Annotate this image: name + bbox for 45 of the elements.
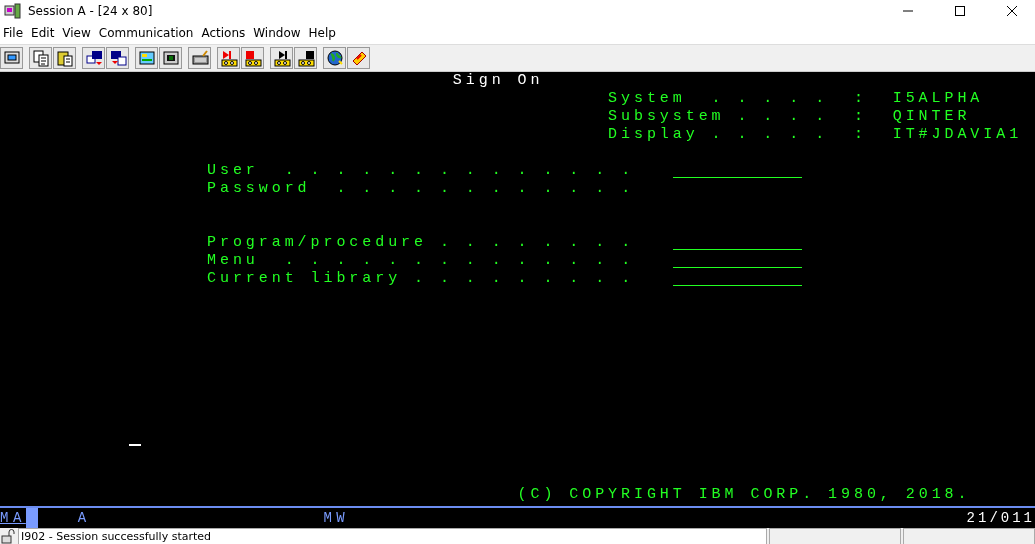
send-icon[interactable] bbox=[82, 47, 105, 69]
app-icon bbox=[4, 3, 22, 19]
receive-icon[interactable] bbox=[106, 47, 129, 69]
status-message: I902 - Session successfully started bbox=[18, 528, 767, 544]
text-cursor bbox=[129, 444, 142, 446]
cursor-position: 21/011 bbox=[966, 509, 1035, 528]
status-block bbox=[25, 508, 38, 528]
paste-icon[interactable] bbox=[53, 47, 76, 69]
globe-icon[interactable] bbox=[323, 47, 346, 69]
field-label: Menu . . . . . . . . . . . . . . bbox=[207, 252, 636, 270]
maximize-icon[interactable] bbox=[955, 6, 965, 16]
field-label: Current library . . . . . . . . . bbox=[207, 270, 636, 288]
record-icon[interactable] bbox=[217, 47, 240, 69]
field-label: Password . . . . . . . . . . . . bbox=[207, 180, 636, 198]
field-label: Program/procedure . . . . . . . . bbox=[207, 234, 636, 252]
screen-color-icon[interactable] bbox=[135, 47, 158, 69]
menu-item[interactable]: Help bbox=[305, 26, 341, 40]
close-icon[interactable] bbox=[1007, 6, 1017, 16]
menu-item[interactable]: Edit bbox=[28, 26, 60, 40]
menu-item[interactable]: View bbox=[59, 26, 96, 40]
message-waiting-indicator: MW bbox=[323, 509, 351, 528]
info-label: System . . . . . : bbox=[608, 90, 867, 108]
keyboard-icon[interactable] bbox=[188, 47, 211, 69]
stop-icon[interactable] bbox=[241, 47, 264, 69]
menu-item[interactable]: Window bbox=[250, 26, 306, 40]
mode-indicator: MA bbox=[0, 509, 26, 528]
play-icon[interactable] bbox=[270, 47, 293, 69]
monitor-icon[interactable] bbox=[0, 47, 23, 69]
info-label: Display . . . . . : bbox=[608, 126, 867, 144]
input-indicator: A bbox=[77, 509, 92, 528]
screen-title: Sign On bbox=[452, 72, 545, 90]
copyright-text: (C) COPYRIGHT IBM CORP. 1980, 2018. bbox=[517, 486, 972, 504]
lock-icon bbox=[0, 528, 16, 544]
menu-item[interactable]: Actions bbox=[198, 26, 251, 40]
info-value: I5ALPHA bbox=[892, 90, 985, 108]
pause-icon[interactable] bbox=[294, 47, 317, 69]
menu-item[interactable]: File bbox=[0, 26, 29, 40]
field-label: User . . . . . . . . . . . . . . bbox=[207, 162, 636, 180]
screen-dark-icon[interactable] bbox=[159, 47, 182, 69]
info-value: QINTER bbox=[892, 108, 972, 126]
info-value: IT#JDAVIA1 bbox=[892, 126, 1024, 144]
menu-item[interactable]: Communication bbox=[95, 26, 199, 40]
window-title: Session A - [24 x 80] bbox=[28, 4, 153, 18]
copy-icon[interactable] bbox=[29, 47, 52, 69]
info-label: Subsystem . . . . : bbox=[608, 108, 867, 126]
